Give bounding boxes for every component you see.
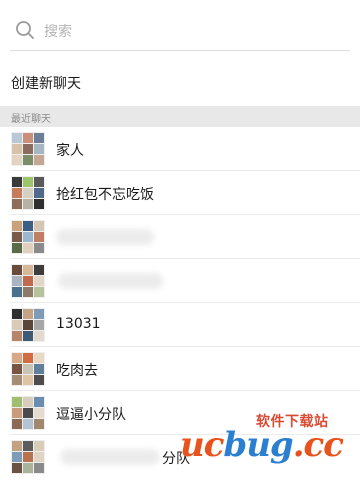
- recent-chats-label: 最近聊天: [11, 114, 51, 125]
- create-new-chat-button[interactable]: 创建新聊天: [0, 58, 360, 106]
- watermark-logo: ucbug.cc: [180, 425, 344, 465]
- chat-name: 抢红包不忘吃饭: [56, 187, 154, 203]
- group-avatar: [11, 440, 45, 474]
- chat-name: 家人: [56, 143, 84, 159]
- logo-part-cc: .cc: [292, 425, 344, 465]
- search-underline: [10, 50, 350, 51]
- group-avatar: [11, 176, 45, 210]
- chat-item[interactable]: 13031: [0, 303, 360, 347]
- chat-name: 13031: [56, 316, 101, 332]
- search-input[interactable]: 搜索: [44, 21, 72, 41]
- group-avatar: [11, 132, 45, 166]
- chat-item[interactable]: [0, 259, 360, 303]
- logo-part-uc: uc: [180, 425, 224, 465]
- group-avatar: [11, 352, 45, 386]
- logo-part-bug: bug: [223, 425, 293, 465]
- group-avatar: [11, 220, 45, 254]
- blurred-chat-name: [56, 229, 154, 245]
- group-avatar: [11, 308, 45, 342]
- recent-chats-header: 最近聊天: [0, 106, 360, 127]
- search-icon: [16, 21, 34, 39]
- chat-item[interactable]: [0, 215, 360, 259]
- chat-name: 吃肉去: [56, 363, 98, 379]
- chat-name: 逗逼小分队: [56, 407, 126, 423]
- site-watermark: 软件下载站 ucbug.cc: [176, 405, 360, 483]
- chat-item[interactable]: 吃肉去: [0, 347, 360, 391]
- blurred-chat-name: [60, 449, 160, 465]
- group-avatar: [11, 264, 45, 298]
- create-new-chat-label: 创建新聊天: [11, 76, 81, 92]
- chat-item-family[interactable]: 家人: [0, 127, 360, 171]
- chat-item[interactable]: 抢红包不忘吃饭: [0, 171, 360, 215]
- blurred-chat-name: [58, 273, 163, 289]
- search-bar[interactable]: 搜索: [0, 0, 360, 58]
- group-avatar: [11, 396, 45, 430]
